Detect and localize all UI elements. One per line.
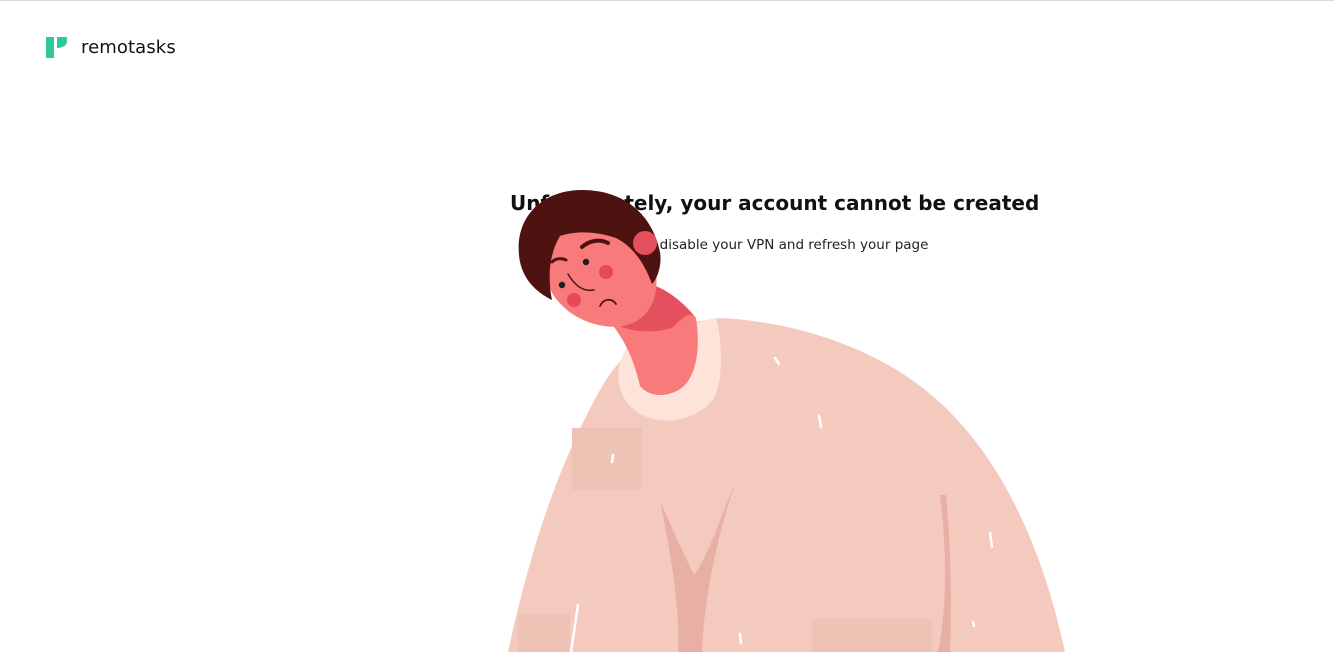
face <box>543 214 657 327</box>
top-divider <box>0 0 1334 1</box>
eye-left <box>558 281 566 289</box>
sweater <box>508 318 1065 652</box>
cheek-left <box>567 293 581 307</box>
error-page: remotasks Unfortunately, your account ca… <box>0 0 1334 652</box>
remotasks-logo-icon <box>46 37 67 58</box>
error-message: Please disable your VPN and refresh your… <box>611 237 929 253</box>
sweater-collar <box>618 318 721 421</box>
remotasks-logo[interactable]: remotasks <box>46 35 176 59</box>
sweater-patch-2 <box>812 618 932 652</box>
mouth <box>599 298 617 307</box>
brand-name: remotasks <box>81 36 176 58</box>
error-title: Unfortunately, your account cannot be cr… <box>510 191 1040 215</box>
nose <box>567 273 595 292</box>
sweater-patch-3 <box>518 614 570 652</box>
sad-person-illustration <box>508 190 1065 652</box>
neck <box>610 282 698 395</box>
eyebrow-left <box>550 257 568 264</box>
sweater-patch <box>572 428 642 490</box>
cheek-right <box>599 265 613 279</box>
neck-shadow <box>612 284 696 332</box>
sweater-fold-left <box>660 480 736 652</box>
eye-right <box>582 258 590 266</box>
sweater-fold-right <box>938 495 951 652</box>
